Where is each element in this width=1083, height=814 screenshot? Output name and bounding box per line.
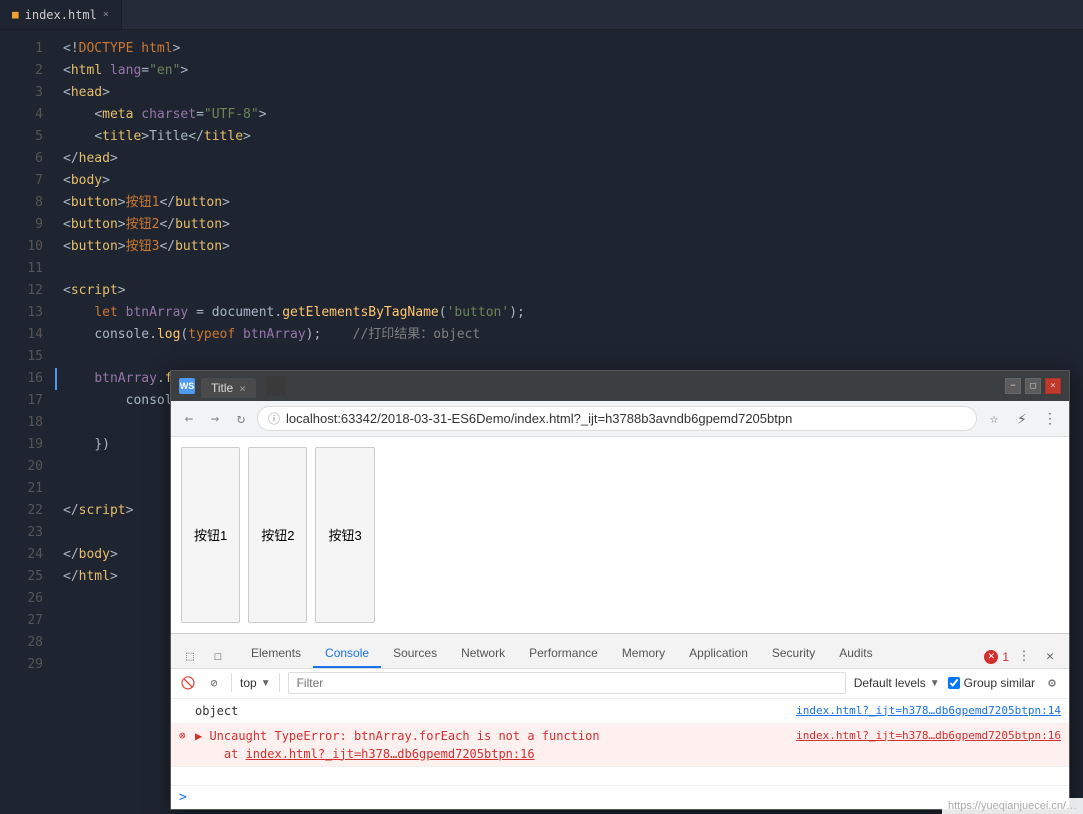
error-triangle-icon[interactable]: ▶ xyxy=(195,729,202,743)
tab-audits[interactable]: Audits xyxy=(827,640,884,668)
code-line: <script> xyxy=(55,280,1083,302)
level-dropdown-icon: ▼ xyxy=(930,678,940,689)
error-badge-icon: ✕ xyxy=(984,650,998,664)
page-button-2[interactable]: 按钮2 xyxy=(248,447,307,623)
minimize-button[interactable]: − xyxy=(1005,378,1021,394)
editor-tab-close[interactable]: × xyxy=(103,9,109,20)
window-controls: − □ × xyxy=(1005,378,1061,394)
context-selector[interactable]: top ▼ xyxy=(240,676,271,690)
console-error-line: ⊗ ▶ Uncaught TypeError: btnArray.forEach… xyxy=(171,724,1069,767)
context-label: top xyxy=(240,676,257,690)
browser-tab-title: Title xyxy=(211,381,233,395)
tab-security[interactable]: Security xyxy=(760,640,827,668)
inspect-element-icon[interactable]: ⬚ xyxy=(179,646,201,668)
code-line: <html lang="en"> xyxy=(55,60,1083,82)
editor-tab[interactable]: ■ index.html × xyxy=(0,0,122,29)
console-text: object xyxy=(195,702,796,720)
page-button-1[interactable]: 按钮1 xyxy=(181,447,240,623)
devtools-close-icon[interactable]: ✕ xyxy=(1039,646,1061,668)
devtools-tab-bar: ⬚ ☐ Elements Console Sources Network Per… xyxy=(171,634,1069,669)
devtools-more-icon[interactable]: ⋮ xyxy=(1013,646,1035,668)
editor-tab-bar: ■ index.html × xyxy=(0,0,1083,30)
code-line: let btnArray = document.getElementsByTag… xyxy=(55,302,1083,324)
close-button[interactable]: × xyxy=(1045,378,1061,394)
tab-elements[interactable]: Elements xyxy=(239,640,313,668)
group-similar-checkbox[interactable] xyxy=(948,677,960,689)
tab-memory[interactable]: Memory xyxy=(610,640,677,668)
console-settings-icon[interactable]: ⚙ xyxy=(1043,674,1061,692)
browser-tab[interactable]: Title × xyxy=(201,378,256,398)
bookmark-icon[interactable]: ☆ xyxy=(983,408,1005,430)
console-error-text: ▶ Uncaught TypeError: btnArray.forEach i… xyxy=(195,727,796,763)
toolbar-divider2 xyxy=(279,674,280,692)
console-output-line: object index.html?_ijt=h378…db6gpemd7205… xyxy=(171,699,1069,724)
clear-console-icon[interactable]: 🚫 xyxy=(179,674,197,692)
code-line: console.log(typeof btnArray); //打印结果：obj… xyxy=(55,324,1083,346)
tab-network[interactable]: Network xyxy=(449,640,517,668)
back-button[interactable]: ← xyxy=(179,409,199,429)
error-count: 1 xyxy=(1002,650,1009,664)
tab-sources[interactable]: Sources xyxy=(381,640,449,668)
context-dropdown-icon: ▼ xyxy=(261,678,271,689)
code-line: <meta charset="UTF-8"> xyxy=(55,104,1083,126)
page-button-3[interactable]: 按钮3 xyxy=(315,447,374,623)
page-content: 按钮1 按钮2 按钮3 xyxy=(171,437,1069,633)
devtools-panel: ⬚ ☐ Elements Console Sources Network Per… xyxy=(171,633,1069,810)
error-source-link[interactable]: index.html?_ijt=h378…db6gpemd7205btpn:16 xyxy=(796,727,1061,745)
ssl-icon: ⓘ xyxy=(268,410,280,427)
level-selector[interactable]: Default levels ▼ xyxy=(854,676,940,690)
console-input-area: > xyxy=(171,785,1069,809)
html-file-icon: ■ xyxy=(12,8,19,21)
tab-console[interactable]: Console xyxy=(313,640,381,668)
browser-tab-close-icon[interactable]: × xyxy=(239,382,246,395)
toolbar-divider xyxy=(231,674,232,692)
forward-button[interactable]: → xyxy=(205,409,225,429)
console-output: object index.html?_ijt=h378…db6gpemd7205… xyxy=(171,699,1069,786)
tab-performance[interactable]: Performance xyxy=(517,640,610,668)
code-line xyxy=(55,258,1083,280)
filter-input[interactable] xyxy=(288,672,846,694)
code-line: <!DOCTYPE html> xyxy=(55,38,1083,60)
code-line: <body> xyxy=(55,170,1083,192)
browser-titlebar: WS Title × − □ × xyxy=(171,371,1069,401)
refresh-button[interactable]: ↻ xyxy=(231,409,251,429)
watermark: https://yueqianjuecei.cn/… xyxy=(942,798,1083,814)
console-prompt-icon: > xyxy=(179,790,187,805)
ws-logo-icon: WS xyxy=(179,378,195,394)
group-similar-label: Group similar xyxy=(964,676,1035,690)
restore-button[interactable]: □ xyxy=(1025,378,1041,394)
code-line: <button>按钮1</button> xyxy=(55,192,1083,214)
editor-tab-label: index.html xyxy=(25,8,97,22)
devtools-right-controls: ✕ 1 ⋮ ✕ xyxy=(984,646,1061,668)
code-line: <title>Title</title> xyxy=(55,126,1083,148)
console-toolbar: 🚫 ⊘ top ▼ Default levels ▼ Group similar… xyxy=(171,669,1069,699)
new-tab-button[interactable] xyxy=(266,376,286,396)
group-similar-control: Group similar xyxy=(948,676,1035,690)
console-filter-icon[interactable]: ⊘ xyxy=(205,674,223,692)
browser-toolbar: ← → ↻ ⓘ ☆ ⚡ ⋮ xyxy=(171,401,1069,437)
code-line: <head> xyxy=(55,82,1083,104)
error-icon: ⊗ xyxy=(179,727,195,745)
device-toggle-icon[interactable]: ☐ xyxy=(207,646,229,668)
more-menu-icon[interactable]: ⋮ xyxy=(1039,408,1061,430)
extension-icon[interactable]: ⚡ xyxy=(1011,408,1033,430)
code-line: <button>按钮3</button> xyxy=(55,236,1083,258)
code-line: <button>按钮2</button> xyxy=(55,214,1083,236)
level-label: Default levels xyxy=(854,676,926,690)
error-at-link[interactable]: index.html?_ijt=h378…db6gpemd7205btpn:16 xyxy=(246,747,535,761)
code-line: </head> xyxy=(55,148,1083,170)
error-badge: ✕ 1 xyxy=(984,650,1009,664)
address-bar[interactable] xyxy=(286,411,966,426)
console-source-link[interactable]: index.html?_ijt=h378…db6gpemd7205btpn:14 xyxy=(796,702,1061,720)
line-numbers: 12345 678910 1112131415 1617181920 21222… xyxy=(0,30,55,814)
browser-window: WS Title × − □ × ← → ↻ ⓘ ☆ ⚡ ⋮ 按钮1 按钮2 按… xyxy=(170,370,1070,810)
code-line xyxy=(55,346,1083,368)
tab-application[interactable]: Application xyxy=(677,640,760,668)
address-bar-wrapper: ⓘ xyxy=(257,406,977,431)
devtools-left-controls: ⬚ ☐ xyxy=(179,646,229,668)
